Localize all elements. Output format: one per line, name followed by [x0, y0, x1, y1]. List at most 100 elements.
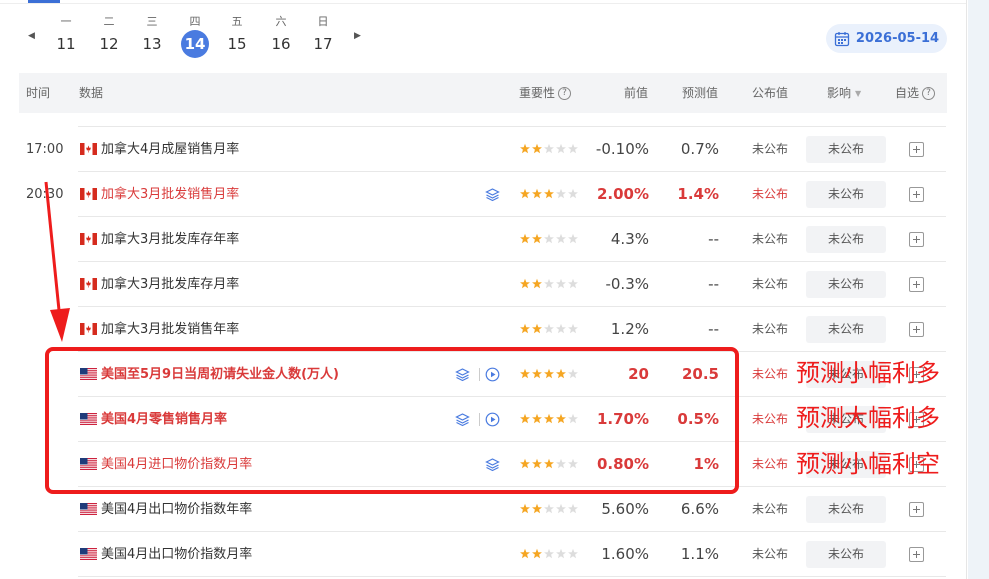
canada-flag-icon: [80, 278, 97, 290]
star-icon: [568, 548, 578, 559]
star-icon: [520, 413, 530, 424]
col-watch: 自选?: [895, 73, 936, 113]
table-row[interactable]: 17:00 加拿大4月成屋销售月率 -0.10% 0.7% 未公布 未公布: [0, 127, 966, 172]
event-name[interactable]: 美国4月出口物价指数月率: [101, 532, 252, 577]
star-icon: [520, 233, 530, 244]
day-13[interactable]: 三 13: [137, 14, 167, 58]
event-name[interactable]: 美国4月出口物价指数年率: [101, 487, 252, 532]
layers-icon[interactable]: [485, 457, 500, 472]
star-icon: [520, 368, 530, 379]
weekday-label: 四: [189, 15, 201, 28]
layers-icon[interactable]: [455, 412, 470, 427]
table-row[interactable]: 20:30 加拿大3月批发销售月率 2.00% 1.4% 未公布 未公布: [0, 172, 966, 217]
col-actual: 公布值: [752, 86, 789, 100]
table-row[interactable]: 加拿大3月批发销售年率 1.2% -- 未公布 未公布: [0, 307, 966, 352]
importance-stars: [520, 413, 578, 424]
star-icon: [556, 503, 566, 514]
star-icon: [544, 548, 554, 559]
add-watch-icon[interactable]: [909, 322, 924, 337]
star-icon: [568, 413, 578, 424]
us-flag-icon: [80, 368, 97, 380]
actual-value: 未公布: [752, 322, 789, 336]
star-icon: [544, 143, 554, 154]
add-watch-icon[interactable]: [909, 502, 924, 517]
forecast-value: 6.6%: [680, 500, 719, 518]
star-icon: [544, 458, 554, 469]
annotation-text: 预测小幅利多: [796, 359, 940, 387]
col-time: 时间: [26, 86, 51, 100]
star-icon: [544, 368, 554, 379]
impact-badge: 未公布: [806, 271, 886, 298]
economic-calendar: ◀ 一 11 二 12 三 13 四 14 五 15 六 16 日 17 ▶ 2026-05-14 时间 …: [0, 0, 989, 579]
forecast-value: 1%: [693, 455, 719, 473]
impact-badge: 未公布: [806, 181, 886, 208]
date-picker[interactable]: 2026-05-14: [826, 24, 947, 53]
add-watch-icon[interactable]: [909, 187, 924, 202]
next-week-icon[interactable]: ▶: [354, 31, 361, 41]
event-name[interactable]: 加拿大3月批发库存年率: [101, 217, 239, 262]
date-value: 2026-05-14: [855, 31, 940, 46]
add-watch-icon[interactable]: [909, 232, 924, 247]
day-number: 13: [142, 35, 162, 53]
event-name[interactable]: 加拿大3月批发销售年率: [101, 307, 239, 352]
star-icon: [544, 413, 554, 424]
impact-badge: 未公布: [806, 316, 886, 343]
day-14[interactable]: 四 14: [180, 14, 210, 58]
table-row[interactable]: 加拿大3月批发库存月率 -0.3% -- 未公布 未公布: [0, 262, 966, 307]
layers-icon[interactable]: [485, 187, 500, 202]
actual-value: 未公布: [752, 547, 789, 561]
star-icon: [532, 323, 542, 334]
us-flag-icon: [80, 458, 97, 470]
day-17[interactable]: 日 17: [308, 14, 338, 58]
day-11[interactable]: 一 11: [51, 14, 81, 58]
event-name[interactable]: 美国4月零售销售月率: [101, 397, 227, 442]
add-watch-icon[interactable]: [909, 547, 924, 562]
add-watch-icon[interactable]: [909, 142, 924, 157]
event-name[interactable]: 美国至5月9日当周初请失业金人数(万人): [101, 352, 339, 397]
star-icon: [532, 503, 542, 514]
add-watch-icon[interactable]: [909, 277, 924, 292]
col-impact[interactable]: 影响 ▼: [827, 73, 861, 113]
prev-week-icon[interactable]: ◀: [28, 31, 35, 41]
event-name[interactable]: 美国4月进口物价指数月率: [101, 442, 252, 487]
previous-value: 0.80%: [596, 455, 649, 473]
impact-badge: 未公布: [806, 496, 886, 523]
star-icon: [532, 278, 542, 289]
forecast-value: --: [708, 230, 719, 248]
importance-stars: [520, 503, 578, 514]
divider: [479, 368, 480, 381]
layers-icon[interactable]: [455, 367, 470, 382]
weekday-label: 五: [231, 15, 243, 28]
event-name[interactable]: 加拿大3月批发库存月率: [101, 262, 239, 307]
day-15[interactable]: 五 15: [222, 14, 252, 58]
day-16[interactable]: 六 16: [266, 14, 296, 58]
help-icon[interactable]: ?: [558, 87, 572, 100]
table-row[interactable]: 美国4月出口物价指数年率 5.60% 6.6% 未公布 未公布: [0, 487, 966, 532]
actual-value: 未公布: [752, 367, 789, 381]
actual-value: 未公布: [752, 187, 789, 201]
table-row[interactable]: 加拿大3月批发库存年率 4.3% -- 未公布 未公布: [0, 217, 966, 262]
table-row[interactable]: 美国4月出口物价指数月率 1.60% 1.1% 未公布 未公布: [0, 532, 966, 577]
actual-value: 未公布: [752, 457, 789, 471]
actual-value: 未公布: [752, 232, 789, 246]
weekday-label: 二: [103, 15, 115, 28]
star-icon: [556, 278, 566, 289]
importance-stars: [520, 143, 578, 154]
star-icon: [520, 323, 530, 334]
star-icon: [544, 278, 554, 289]
play-icon[interactable]: [485, 412, 500, 427]
event-name[interactable]: 加拿大4月成屋销售月率: [101, 127, 239, 172]
forecast-value: 1.4%: [677, 185, 719, 203]
sort-down-icon: ▼: [855, 88, 862, 98]
star-icon: [568, 143, 578, 154]
star-icon: [520, 278, 530, 289]
day-12[interactable]: 二 12: [94, 14, 124, 58]
play-icon[interactable]: [485, 367, 500, 382]
help-icon[interactable]: ?: [922, 87, 936, 100]
actual-value: 未公布: [752, 502, 789, 516]
impact-badge: 未公布: [806, 541, 886, 568]
event-name[interactable]: 加拿大3月批发销售月率: [101, 172, 239, 217]
star-icon: [556, 188, 566, 199]
col-impact-label: 影响: [827, 86, 852, 100]
previous-value: 2.00%: [596, 185, 649, 203]
